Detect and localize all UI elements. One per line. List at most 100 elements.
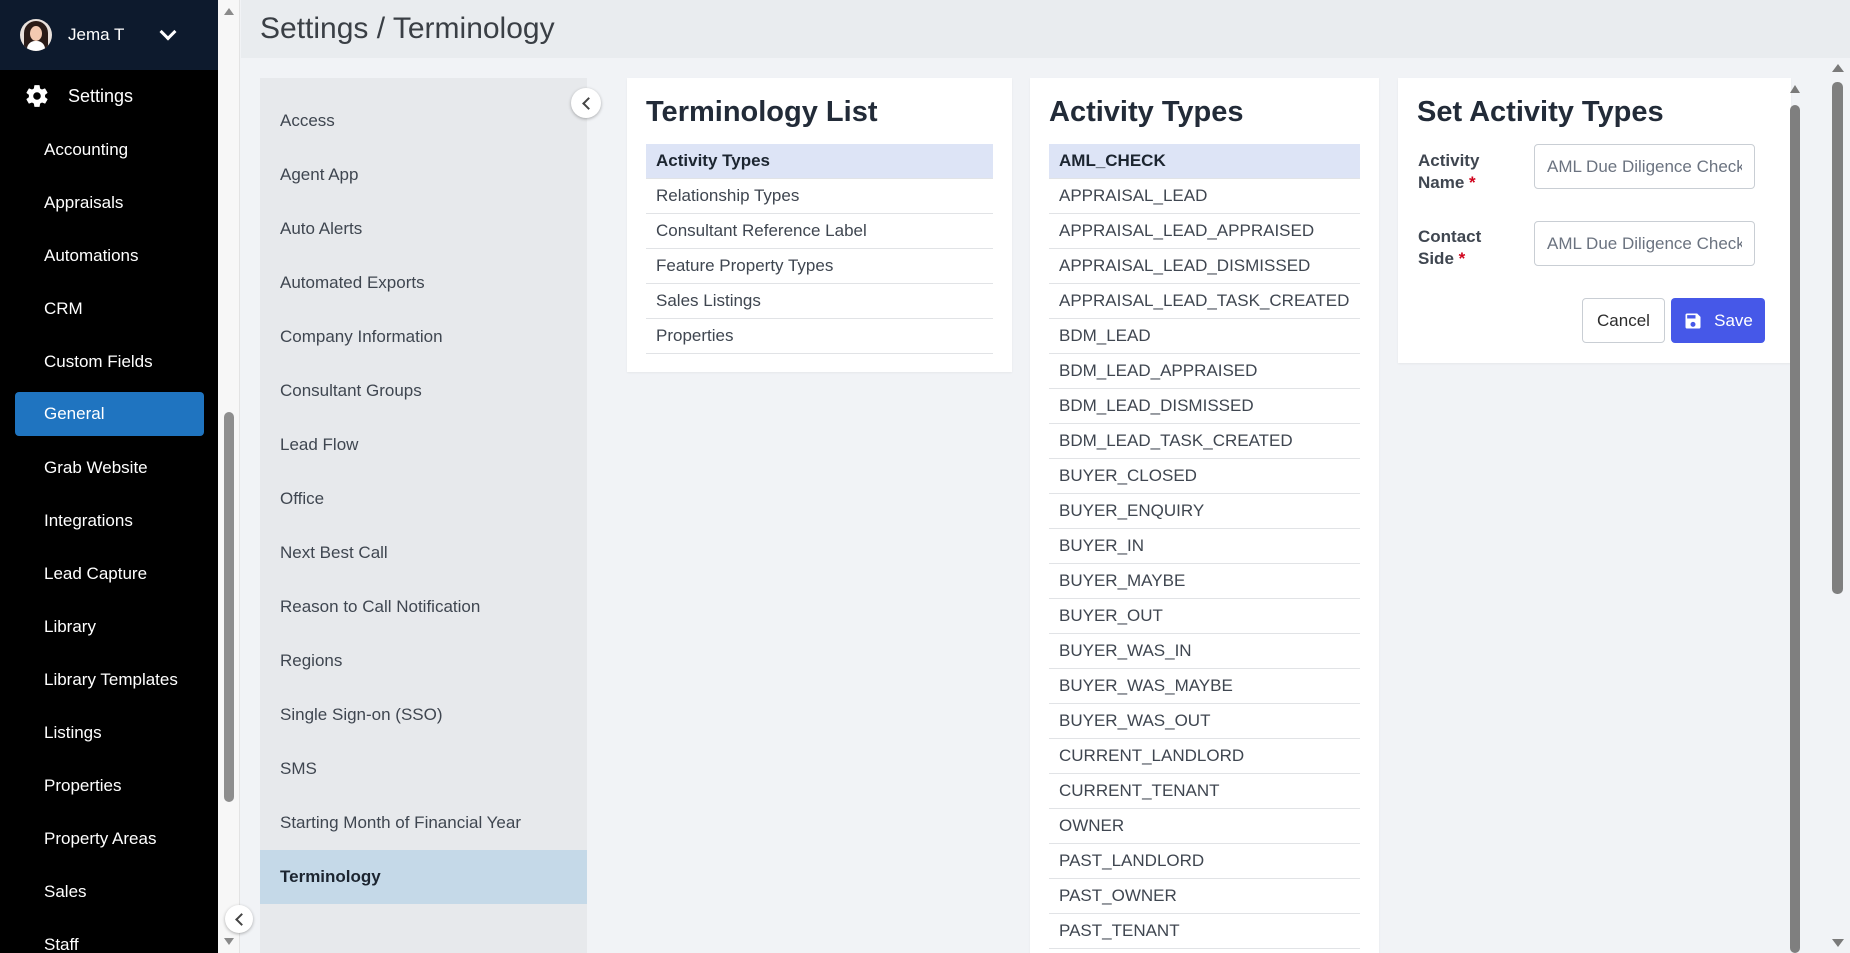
- terminology-item-sales-listings[interactable]: Sales Listings: [646, 284, 993, 319]
- activity-type-item[interactable]: CURRENT_LANDLORD: [1049, 739, 1360, 774]
- save-button[interactable]: Save: [1671, 298, 1765, 343]
- terminology-list: Activity Types Relationship Types Consulta…: [646, 144, 993, 354]
- activity-type-item[interactable]: BUYER_IN: [1049, 529, 1360, 564]
- nav-items: Accounting Appraisals Automations CRM Custom…: [0, 123, 218, 953]
- submenu-item-regions[interactable]: Regions: [260, 634, 587, 688]
- required-mark: *: [1458, 249, 1466, 268]
- panel-scrollbar[interactable]: [1789, 85, 1801, 953]
- terminology-item-relationship-types[interactable]: Relationship Types: [646, 179, 993, 214]
- nav-item-property-areas[interactable]: Property Areas: [0, 812, 218, 865]
- page-title: Settings / Terminology: [260, 12, 555, 45]
- submenu-item-next-best-call[interactable]: Next Best Call: [260, 526, 587, 580]
- nav-item-automations[interactable]: Automations: [0, 229, 218, 282]
- nav-item-library-templates[interactable]: Library Templates: [0, 653, 218, 706]
- nav-item-lead-capture[interactable]: Lead Capture: [0, 547, 218, 600]
- nav-settings-header[interactable]: Settings: [0, 70, 218, 122]
- avatar: [20, 19, 52, 51]
- submenu-item-consultant-groups[interactable]: Consultant Groups: [260, 364, 587, 418]
- terminology-item-consultant-reference-label[interactable]: Consultant Reference Label: [646, 214, 993, 249]
- chevron-left-icon: [234, 912, 248, 926]
- activity-type-item[interactable]: BDM_LEAD_DISMISSED: [1049, 389, 1360, 424]
- activity-type-item[interactable]: PAST_TENANT: [1049, 914, 1360, 949]
- activity-type-item[interactable]: BDM_LEAD_APPRAISED: [1049, 354, 1360, 389]
- scroll-down-icon[interactable]: [1832, 939, 1844, 947]
- nav-item-integrations[interactable]: Integrations: [0, 494, 218, 547]
- submenu-item-lead-flow[interactable]: Lead Flow: [260, 418, 587, 472]
- save-label: Save: [1714, 310, 1753, 330]
- submenu-item-access[interactable]: Access: [260, 94, 587, 148]
- submenu-item-office[interactable]: Office: [260, 472, 587, 526]
- activity-type-item[interactable]: BUYER_MAYBE: [1049, 564, 1360, 599]
- scroll-up-icon[interactable]: [1832, 64, 1844, 72]
- activity-type-item[interactable]: BUYER_WAS_MAYBE: [1049, 669, 1360, 704]
- settings-submenu: Access Agent App Auto Alerts Automated Expo…: [260, 78, 587, 953]
- gear-icon: [26, 85, 48, 107]
- chevron-left-icon: [581, 96, 595, 110]
- submenu-item-auto-alerts[interactable]: Auto Alerts: [260, 202, 587, 256]
- nav-item-sales[interactable]: Sales: [0, 865, 218, 918]
- nav-settings-label: Settings: [68, 85, 134, 106]
- nav-item-custom-fields[interactable]: Custom Fields: [0, 335, 218, 388]
- activity-type-item[interactable]: BUYER_WAS_OUT: [1049, 704, 1360, 739]
- activity-type-item[interactable]: PAST_OWNER: [1049, 879, 1360, 914]
- scroll-down-icon[interactable]: [224, 938, 234, 945]
- nav-item-crm[interactable]: CRM: [0, 282, 218, 335]
- scrollbar-thumb[interactable]: [1832, 82, 1843, 594]
- nav-item-listings[interactable]: Listings: [0, 706, 218, 759]
- nav-item-appraisals[interactable]: Appraisals: [0, 176, 218, 229]
- activity-type-item[interactable]: AML_CHECK: [1049, 144, 1360, 179]
- activity-types-card: Activity Types AML_CHECK APPRAISAL_LEAD AP…: [1030, 78, 1379, 953]
- nav-item-general[interactable]: General: [15, 392, 204, 436]
- terminology-item-activity-types[interactable]: Activity Types: [646, 144, 993, 179]
- activity-type-item[interactable]: BUYER_ENQUIRY: [1049, 494, 1360, 529]
- submenu-item-company-information[interactable]: Company Information: [260, 310, 587, 364]
- nav-scrollbar[interactable]: [218, 0, 240, 953]
- activity-type-item[interactable]: PAST_LANDLORD: [1049, 844, 1360, 879]
- cancel-button[interactable]: Cancel: [1582, 298, 1665, 343]
- activity-type-item[interactable]: APPRAISAL_LEAD_TASK_CREATED: [1049, 284, 1360, 319]
- nav-item-accounting[interactable]: Accounting: [0, 123, 218, 176]
- activity-type-item[interactable]: BUYER_OUT: [1049, 599, 1360, 634]
- submenu-item-starting-month-of-financial-year[interactable]: Starting Month of Financial Year: [260, 796, 587, 850]
- page-scrollbar[interactable]: [1829, 62, 1847, 953]
- contact-side-input[interactable]: [1534, 221, 1755, 266]
- activity-name-input[interactable]: [1534, 144, 1755, 189]
- contact-side-row: Contact Side *: [1418, 226, 1534, 270]
- activity-type-item[interactable]: APPRAISAL_LEAD: [1049, 179, 1360, 214]
- scroll-up-icon[interactable]: [224, 8, 234, 15]
- user-name: Jema T: [68, 25, 125, 44]
- activity-type-item[interactable]: BDM_LEAD_TASK_CREATED: [1049, 424, 1360, 459]
- activity-type-item[interactable]: BUYER_WAS_IN: [1049, 634, 1360, 669]
- submenu-item-agent-app[interactable]: Agent App: [260, 148, 587, 202]
- scroll-up-icon[interactable]: [1790, 85, 1800, 93]
- submenu-item-reason-to-call-notification[interactable]: Reason to Call Notification: [260, 580, 587, 634]
- activity-types-title: Activity Types: [1049, 96, 1244, 128]
- user-menu[interactable]: Jema T: [0, 0, 218, 70]
- activity-type-item[interactable]: CURRENT_TENANT: [1049, 774, 1360, 809]
- chevron-down-icon[interactable]: [159, 23, 177, 41]
- submenu-item-terminology[interactable]: Terminology: [260, 850, 587, 904]
- collapse-nav-button[interactable]: [225, 905, 253, 933]
- collapse-submenu-button[interactable]: [571, 88, 601, 118]
- nav-item-library[interactable]: Library: [0, 600, 218, 653]
- scrollbar-thumb[interactable]: [1790, 105, 1800, 953]
- terminology-item-properties[interactable]: Properties: [646, 319, 993, 354]
- nav-item-properties[interactable]: Properties: [0, 759, 218, 812]
- activity-type-item[interactable]: BDM_LEAD: [1049, 319, 1360, 354]
- contact-side-label: Contact Side *: [1418, 227, 1482, 268]
- nav-item-grab-website[interactable]: Grab Website: [0, 441, 218, 494]
- submenu-item-sms[interactable]: SMS: [260, 742, 587, 796]
- main-nav: Jema T Settings Accounting Appraisals Auto…: [0, 0, 218, 953]
- required-mark: *: [1469, 173, 1476, 192]
- scrollbar-thumb[interactable]: [224, 412, 234, 802]
- activity-type-item[interactable]: APPRAISAL_LEAD_DISMISSED: [1049, 249, 1360, 284]
- activity-type-item[interactable]: APPRAISAL_LEAD_APPRAISED: [1049, 214, 1360, 249]
- activity-type-item[interactable]: BUYER_CLOSED: [1049, 459, 1360, 494]
- terminology-item-feature-property-types[interactable]: Feature Property Types: [646, 249, 993, 284]
- nav-item-staff[interactable]: Staff: [0, 918, 218, 953]
- submenu-item-automated-exports[interactable]: Automated Exports: [260, 256, 587, 310]
- set-activity-types-card: Set Activity Types Activity Name * Conta…: [1398, 78, 1791, 363]
- activity-type-item[interactable]: OWNER: [1049, 809, 1360, 844]
- activity-types-list: AML_CHECK APPRAISAL_LEAD APPRAISAL_LEAD_AP…: [1049, 144, 1360, 949]
- submenu-item-single-sign-on-sso[interactable]: Single Sign-on (SSO): [260, 688, 587, 742]
